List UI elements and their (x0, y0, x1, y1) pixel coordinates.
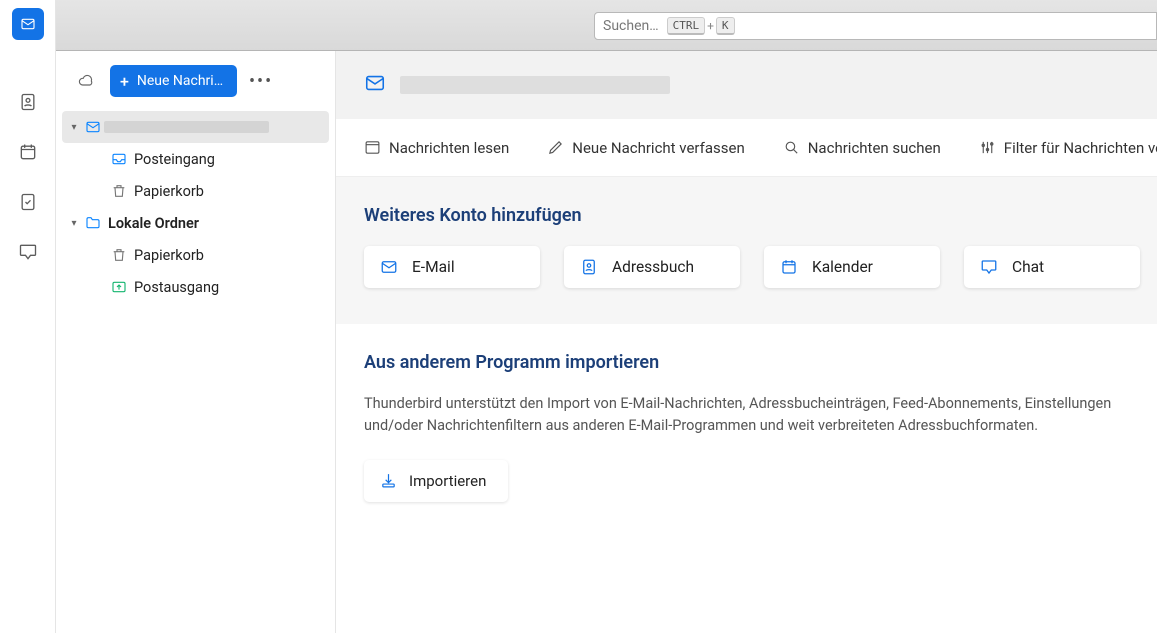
trash-icon (108, 183, 130, 199)
action-search-label: Nachrichten suchen (808, 139, 941, 157)
account-title-redacted (400, 76, 670, 94)
folder-pane-header: + Neue Nachri… ••• (56, 51, 335, 109)
trash-icon (108, 247, 130, 263)
account-header (336, 51, 1157, 119)
import-description: Thunderbird unterstützt den Import von E… (364, 393, 1124, 438)
space-addressbook[interactable] (12, 86, 44, 118)
section-add-account: Weiteres Konto hinzufügen E-Mail Adressb… (336, 177, 1157, 324)
action-compose-message[interactable]: Neue Nachricht verfassen (547, 139, 744, 157)
tree-row-local-trash[interactable]: Papierkorb (62, 239, 329, 271)
chevron-down-icon: ▾ (66, 122, 82, 133)
tree-row-outbox[interactable]: Postausgang (62, 271, 329, 303)
global-search-input[interactable]: Suchen… CTRL + K (594, 12, 1157, 40)
space-calendar[interactable] (12, 136, 44, 168)
action-filter-label: Filter für Nachrichten ver (1004, 139, 1157, 157)
kbd-ctrl: CTRL (667, 17, 706, 35)
action-read-messages[interactable]: Nachrichten lesen (364, 139, 509, 157)
tree-row-local-folders[interactable]: ▾ Lokale Ordner (62, 207, 329, 239)
card-chat-label: Chat (1012, 258, 1044, 276)
card-email[interactable]: E-Mail (364, 246, 540, 288)
account-central: Nachrichten lesen Neue Nachricht verfass… (336, 51, 1157, 633)
tree-row-account[interactable]: ▾ (62, 111, 329, 143)
account-name-redacted (104, 121, 269, 133)
new-message-button[interactable]: + Neue Nachri… (110, 65, 237, 97)
kbd-k: K (716, 17, 735, 35)
tree-row-trash[interactable]: Papierkorb (62, 175, 329, 207)
space-chat[interactable] (12, 236, 44, 268)
card-calendar-label: Kalender (812, 258, 873, 276)
space-tasks[interactable] (12, 186, 44, 218)
outbox-icon (108, 279, 130, 295)
chevron-down-icon: ▾ (66, 218, 82, 229)
mail-icon (364, 72, 386, 98)
outbox-label: Postausgang (130, 279, 219, 296)
folder-icon (82, 215, 104, 231)
space-mail[interactable] (12, 8, 44, 40)
tree-row-inbox[interactable]: Posteingang (62, 143, 329, 175)
trash-label: Papierkorb (130, 183, 204, 200)
window-toolbar: Suchen… CTRL + K (0, 0, 1157, 51)
mail-account-icon (82, 119, 104, 135)
account-cards: E-Mail Adressbuch Kalender Chat (364, 246, 1129, 288)
kbd-plus: + (707, 19, 714, 33)
local-folders-label: Lokale Ordner (104, 215, 199, 232)
plus-icon: + (120, 72, 129, 91)
folder-tree: ▾ Posteingang Papierkorb ▾ Lokale (56, 109, 335, 303)
card-chat[interactable]: Chat (964, 246, 1140, 288)
import-button-label: Importieren (409, 472, 486, 490)
inbox-label: Posteingang (130, 151, 215, 168)
action-compose-label: Neue Nachricht verfassen (572, 139, 744, 157)
folder-pane: + Neue Nachri… ••• ▾ Posteingang Papierk… (56, 51, 336, 633)
import-title: Aus anderem Programm importieren (364, 352, 1129, 373)
local-trash-label: Papierkorb (130, 247, 204, 264)
import-button[interactable]: Importieren (364, 460, 508, 502)
section-import: Aus anderem Programm importieren Thunder… (336, 324, 1157, 538)
card-email-label: E-Mail (412, 258, 455, 276)
search-placeholder: Suchen… (603, 18, 659, 34)
card-addressbook[interactable]: Adressbuch (564, 246, 740, 288)
new-message-label: Neue Nachri… (137, 73, 223, 89)
action-read-label: Nachrichten lesen (389, 139, 509, 157)
action-manage-filters[interactable]: Filter für Nachrichten ver (979, 139, 1157, 157)
get-messages-button[interactable] (72, 67, 100, 95)
folder-pane-options-button[interactable]: ••• (247, 67, 275, 95)
card-calendar[interactable]: Kalender (764, 246, 940, 288)
card-addressbook-label: Adressbuch (612, 258, 694, 276)
actions-row: Nachrichten lesen Neue Nachricht verfass… (336, 119, 1157, 177)
action-search-messages[interactable]: Nachrichten suchen (783, 139, 941, 157)
spaces-toolbar (0, 0, 56, 633)
inbox-icon (108, 151, 130, 167)
add-account-title: Weiteres Konto hinzufügen (364, 205, 1129, 226)
